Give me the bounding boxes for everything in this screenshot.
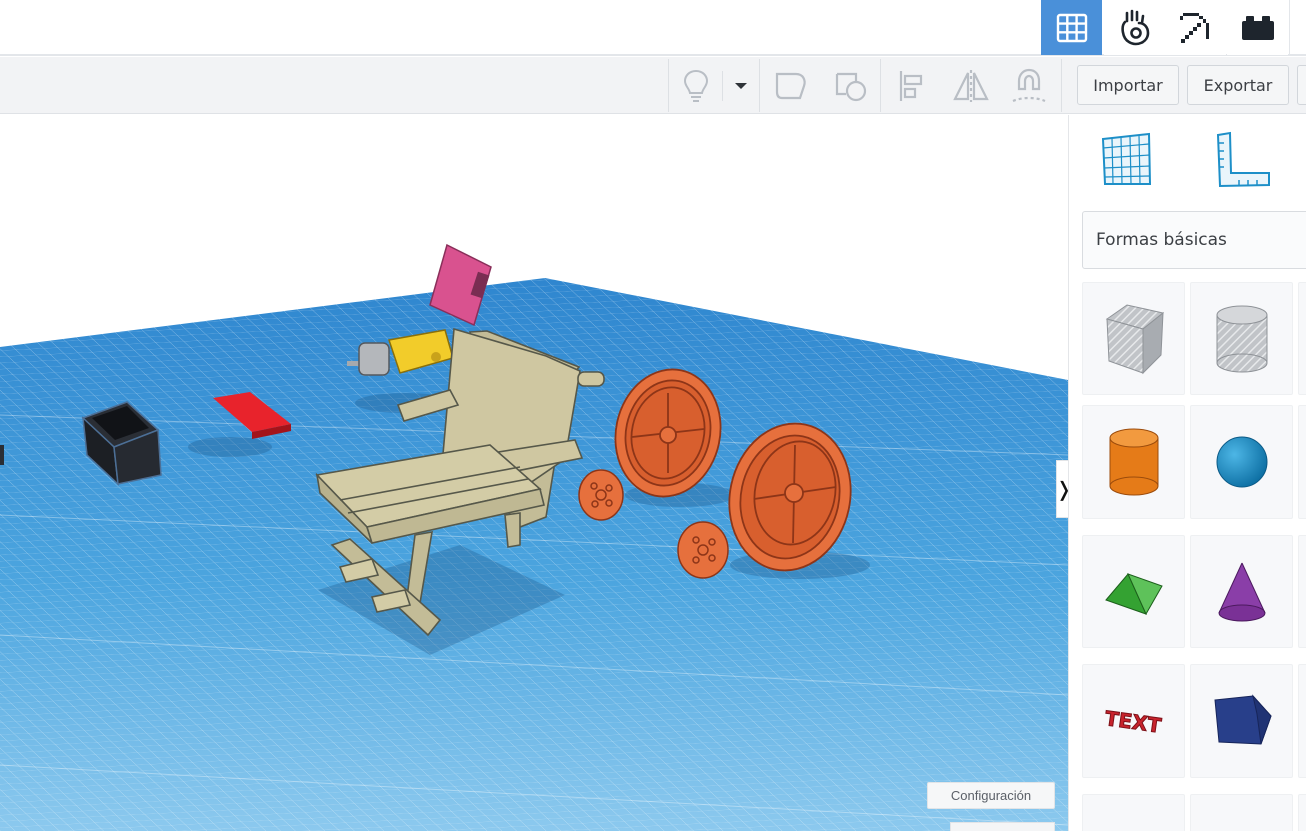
text-icon: TEXT (1102, 706, 1163, 739)
mode-blocks-button[interactable] (1104, 0, 1165, 55)
shape-partial[interactable] (1298, 664, 1306, 778)
cylinder-hole-icon (1216, 305, 1267, 372)
shape-sphere[interactable] (1190, 405, 1293, 519)
mode-bricks-button[interactable] (1165, 0, 1226, 55)
ruler-icon (1216, 131, 1270, 188)
toolbar-divider (759, 59, 760, 112)
rear-small-wheel-object[interactable] (578, 469, 624, 521)
polygon-icon (1213, 694, 1272, 745)
hand-blocks-icon (1120, 9, 1149, 45)
workplane-tool-button[interactable] (1099, 131, 1153, 187)
shape-partial[interactable] (1298, 282, 1306, 395)
ungroup-button[interactable] (828, 57, 874, 114)
show-all-button[interactable] (676, 57, 716, 114)
pickaxe-icon (1179, 12, 1209, 43)
group-button[interactable] (768, 57, 814, 114)
shape-box-hole[interactable] (1082, 282, 1185, 395)
snap-grid-control[interactable] (950, 822, 1055, 831)
mirror-button[interactable] (948, 57, 994, 114)
edit-toolbar: Importar Exportar (0, 57, 1306, 114)
shape-cylinder[interactable] (1082, 405, 1185, 519)
align-button[interactable] (890, 57, 932, 114)
shape-partial[interactable] (1298, 794, 1306, 831)
toolbar-divider (668, 59, 669, 112)
workplane-canvas[interactable] (0, 115, 1068, 831)
ruler-tool-button[interactable] (1212, 131, 1272, 189)
shape-cone[interactable] (1190, 535, 1293, 648)
workplane-scene[interactable] (0, 115, 1068, 831)
shape-partial[interactable] (1298, 535, 1306, 648)
shape-roof[interactable] (1082, 535, 1185, 648)
toolbar-divider (1061, 59, 1062, 112)
sphere-icon (1216, 436, 1267, 488)
offscreen-object[interactable] (0, 445, 4, 465)
shapes-panel: Formas básicas TEXT (1068, 115, 1306, 831)
toolbar-divider (880, 59, 881, 112)
group-icon (775, 72, 806, 99)
shape-cylinder-hole[interactable] (1190, 282, 1293, 395)
top-header (0, 0, 1306, 56)
svg-text:TEXT: TEXT (1103, 706, 1163, 738)
visibility-dropdown[interactable] (727, 57, 755, 114)
export-button[interactable]: Exportar (1187, 65, 1289, 105)
roof-icon (1104, 572, 1163, 615)
send-to-button[interactable] (1297, 65, 1306, 105)
mode-lego-button[interactable] (1227, 0, 1288, 55)
header-divider (1289, 0, 1290, 55)
shape-library-dropdown[interactable]: Formas básicas (1082, 211, 1306, 269)
cruise-button[interactable] (1006, 57, 1052, 114)
shape-partial[interactable] (1082, 794, 1185, 831)
settings-button[interactable]: Configuración (927, 782, 1055, 809)
magnet-icon (1012, 68, 1046, 102)
shape-partial-polygon[interactable] (1190, 794, 1293, 831)
ungroup-icon (835, 72, 867, 101)
brick-icon (1241, 15, 1274, 40)
shape-polygon[interactable] (1190, 664, 1293, 778)
workplane-icon (1101, 132, 1152, 185)
caret-down-icon (735, 82, 747, 89)
mirror-icon (953, 69, 989, 102)
lightbulb-icon (683, 69, 709, 102)
toolbar-divider (722, 71, 723, 101)
cylinder-icon (1109, 428, 1158, 496)
polygon-icon (1212, 823, 1272, 831)
cone-icon (1218, 562, 1265, 621)
front-small-wheel-object[interactable] (677, 521, 729, 579)
import-button[interactable]: Importar (1077, 65, 1179, 105)
grid-icon (1056, 13, 1087, 42)
shape-text[interactable]: TEXT (1082, 664, 1185, 778)
mode-3d-design-button[interactable] (1041, 0, 1102, 55)
shape-partial[interactable] (1298, 405, 1306, 519)
align-icon (899, 70, 923, 101)
box-hole-icon (1105, 303, 1164, 374)
